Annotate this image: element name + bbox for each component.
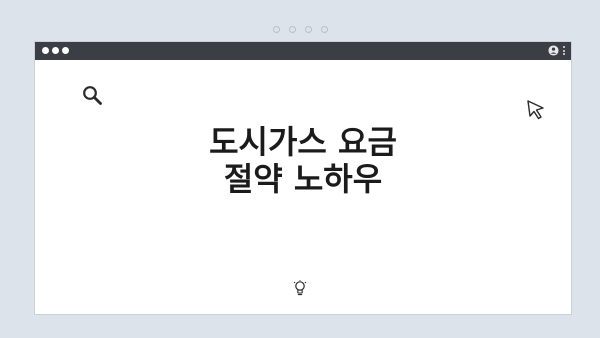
headline-line-1: 도시가스 요금 — [209, 123, 397, 161]
window-control-dot[interactable] — [42, 47, 49, 54]
window-control-dot[interactable] — [52, 47, 59, 54]
top-decoration-dots — [0, 26, 600, 33]
titlebar-actions — [548, 45, 565, 56]
decoration-dot — [272, 26, 280, 33]
cursor-icon — [527, 100, 544, 120]
headline-line-2: 절약 노하우 — [223, 160, 383, 198]
window-titlebar — [35, 42, 571, 60]
headline: 도시가스 요금 절약 노하우 — [35, 124, 571, 198]
lightbulb-icon — [293, 280, 307, 296]
kebab-menu-icon[interactable] — [563, 46, 565, 55]
window-control-dot[interactable] — [62, 47, 69, 54]
decoration-dot — [304, 26, 312, 33]
illustration-frame: 도시가스 요금 절약 노하우 — [0, 0, 600, 338]
user-icon[interactable] — [548, 45, 559, 56]
search-icon[interactable] — [81, 84, 105, 108]
decoration-dot — [320, 26, 328, 33]
browser-window: 도시가스 요금 절약 노하우 — [34, 41, 572, 315]
decoration-dot — [288, 26, 296, 33]
